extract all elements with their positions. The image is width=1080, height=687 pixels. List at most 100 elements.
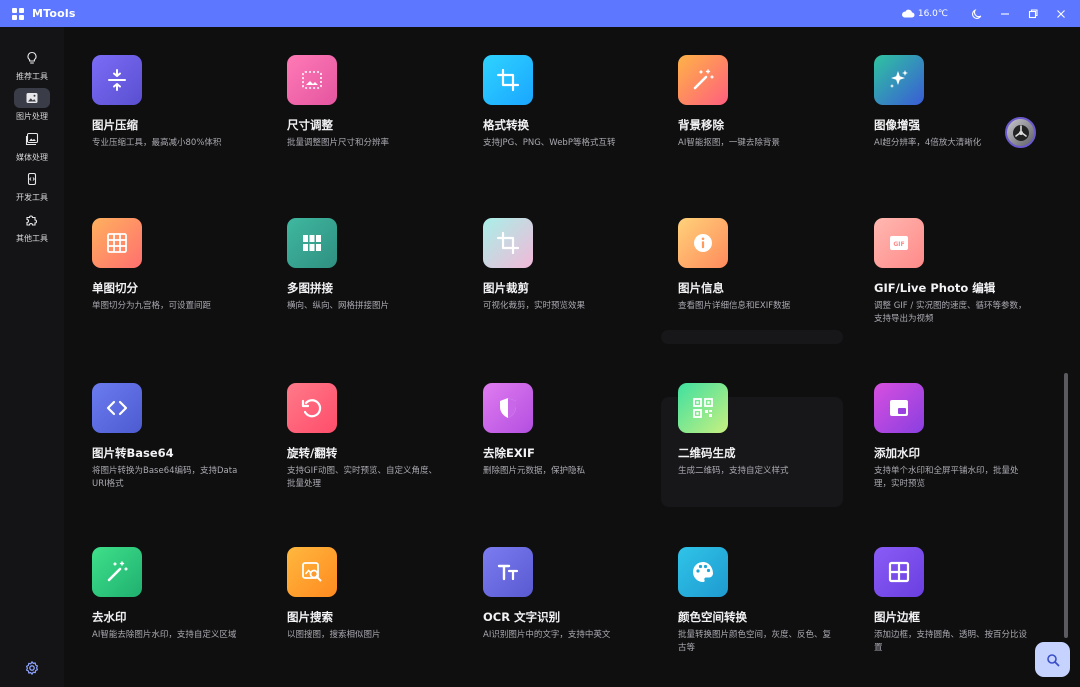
text-icon xyxy=(483,547,533,597)
crop-icon xyxy=(483,218,533,268)
tool-title: 二维码生成 xyxy=(678,446,736,460)
tiles-icon xyxy=(287,218,337,268)
sidebar-item-dev[interactable]: 开发工具 xyxy=(0,169,64,205)
tool-card[interactable]: 去除EXIF 删除图片元数据，保护隐私 xyxy=(455,355,645,505)
gear-icon[interactable] xyxy=(24,660,40,676)
watermark-icon xyxy=(874,383,924,433)
tool-title: 颜色空间转换 xyxy=(678,610,747,624)
tool-description: 将图片转换为Base64编码，支持Data URI格式 xyxy=(92,466,238,489)
puzzle-icon xyxy=(26,215,37,226)
tool-description: 单图切分为九宫格，可设置间距 xyxy=(92,301,212,311)
rotate-icon xyxy=(287,383,337,433)
tool-description: 支持单个水印和全屏平铺水印，批量处理，实时预览 xyxy=(874,466,1019,489)
sidebar-item-label: 其他工具 xyxy=(16,234,48,243)
sidebar-item-recommended[interactable]: 推荐工具 xyxy=(0,48,64,84)
avatar[interactable] xyxy=(1005,117,1036,148)
sparkles-icon xyxy=(874,55,924,105)
tool-description: 查看图片详细信息和EXIF数据 xyxy=(678,301,791,311)
tool-description: AI识别图片中的文字，支持中英文 xyxy=(483,630,611,640)
tool-card[interactable]: 颜色空间转换 批量转换图片颜色空间，灰度、反色、复古等 xyxy=(650,519,840,669)
tool-title: 图像增强 xyxy=(874,118,920,132)
tool-title: 添加水印 xyxy=(874,446,920,460)
tool-description: 专业压缩工具，最高减小80%体积 xyxy=(92,138,222,148)
tool-description: 批量调整图片尺寸和分辨率 xyxy=(287,138,390,148)
tool-description: 支持GIF动图、实时预览、自定义角度、批量处理 xyxy=(287,466,437,489)
tool-description: 支持JPG、PNG、WebP等格式互转 xyxy=(483,138,616,148)
minimize-icon xyxy=(1001,12,1009,15)
tool-card[interactable]: GIF GIF/Live Photo 编辑 调整 GIF / 实况图的速度、循环等参… xyxy=(846,190,1036,340)
tool-title: 格式转换 xyxy=(483,118,529,132)
sidebar-item-label: 图片处理 xyxy=(16,112,48,121)
tool-card[interactable]: 单图切分 单图切分为九宫格，可设置间距 xyxy=(64,190,254,340)
compress-icon xyxy=(92,55,142,105)
image-icon xyxy=(26,93,38,103)
tool-description: AI智能抠图，一键去除背景 xyxy=(678,138,780,148)
tool-title: 图片转Base64 xyxy=(92,446,174,460)
tool-title: 去除EXIF xyxy=(483,446,535,460)
sidebar-item-label: 媒体处理 xyxy=(16,153,48,162)
maximize-button[interactable] xyxy=(1020,0,1046,27)
weather-temperature: 16.0℃ xyxy=(917,8,948,19)
tool-card[interactable]: 旋转/翻转支持GIF动图、实时预览、自定义角度、批量处理 xyxy=(259,355,449,505)
cloud-icon xyxy=(901,9,915,18)
info-icon xyxy=(678,218,728,268)
sidebar-item-other[interactable]: 其他工具 xyxy=(0,210,64,246)
sidebar-item-label: 推荐工具 xyxy=(16,72,48,81)
tool-card[interactable]: 背景移除 AI智能抠图，一键去除背景 xyxy=(650,27,840,177)
sidebar-item-label: 开发工具 xyxy=(16,193,48,202)
media-icon xyxy=(25,132,39,146)
gif-icon: GIF xyxy=(874,218,924,268)
tool-title: 图片裁剪 xyxy=(483,281,529,295)
border-icon xyxy=(874,547,924,597)
tool-description: 生成二维码，支持自定义样式 xyxy=(678,466,789,476)
tool-title: 图片信息 xyxy=(678,281,724,295)
tool-description: 横向、纵向、网格拼接图片 xyxy=(287,301,390,311)
tool-title: 图片搜索 xyxy=(287,610,333,624)
tool-card[interactable]: 图片信息查看图片详细信息和EXIF数据 xyxy=(650,190,840,340)
tool-card[interactable]: 多图拼接 横向、纵向、网格拼接图片 xyxy=(259,190,449,340)
magic-wand-icon xyxy=(92,547,142,597)
sidebar-item-media[interactable]: 媒体处理 xyxy=(0,129,64,165)
tool-card[interactable]: 添加水印支持单个水印和全屏平铺水印，批量处理，实时预览 xyxy=(846,355,1036,505)
tool-card[interactable]: OCR 文字识别 AI识别图片中的文字，支持中英文 xyxy=(455,519,645,669)
tool-card[interactable]: 二维码生成生成二维码，支持自定义样式 xyxy=(650,355,840,505)
shield-icon xyxy=(483,383,533,433)
minimize-button[interactable] xyxy=(992,0,1018,27)
tool-title: 尺寸调整 xyxy=(287,118,333,132)
tool-card[interactable]: 去水印 AI智能去除图片水印，支持自定义区域 xyxy=(64,519,254,669)
moon-icon xyxy=(972,8,982,19)
tool-title: 旋转/翻转 xyxy=(287,446,338,460)
tool-card[interactable]: 格式转换支持JPG、PNG、WebP等格式互转 xyxy=(455,27,645,177)
code-brackets-icon xyxy=(92,383,142,433)
close-icon xyxy=(1057,9,1065,18)
tool-description: 添加边框，支持圆角、透明、按百分比设置 xyxy=(874,630,1028,653)
tool-card[interactable]: 图像增强 AI超分辨率，4倍放大清晰化 xyxy=(846,27,1036,177)
tool-description: 以图搜图，搜索相似图片 xyxy=(287,630,381,640)
tool-title: 图片压缩 xyxy=(92,118,138,132)
title-bar: MTools 16.0℃ xyxy=(0,0,1080,27)
tool-title: OCR 文字识别 xyxy=(483,610,561,624)
tool-title: 去水印 xyxy=(92,610,127,624)
tool-description: 调整 GIF / 实况图的速度、循环等参数，支持导出为视频 xyxy=(874,301,1027,324)
tool-description: AI智能去除图片水印，支持自定义区域 xyxy=(92,630,237,640)
scrollbar[interactable] xyxy=(1064,373,1068,638)
magic-wand-icon xyxy=(678,55,728,105)
weather-widget[interactable]: 16.0℃ xyxy=(901,9,948,19)
tool-card[interactable]: 图片边框 添加边框，支持圆角、透明、按百分比设置 xyxy=(846,519,1036,669)
theme-toggle-button[interactable] xyxy=(964,0,990,27)
lightbulb-icon xyxy=(27,51,37,64)
tool-card[interactable]: 图片裁剪可视化裁剪，实时预览效果 xyxy=(455,190,645,340)
tool-description: 可视化裁剪，实时预览效果 xyxy=(483,301,586,311)
app-title: MTools xyxy=(32,7,76,20)
grid-icon xyxy=(92,218,142,268)
search-button[interactable] xyxy=(1035,642,1070,677)
tool-card[interactable]: 图片压缩专业压缩工具，最高减小80%体积 xyxy=(64,27,254,177)
sidebar-item-image[interactable]: 图片处理 xyxy=(0,88,64,124)
tool-description: 删除图片元数据，保护隐私 xyxy=(483,466,586,476)
palette-icon xyxy=(678,547,728,597)
tool-card[interactable]: 图片转Base64 将图片转换为Base64编码，支持Data URI格式 xyxy=(64,355,254,505)
tool-card[interactable]: 尺寸调整批量调整图片尺寸和分辨率 xyxy=(259,27,449,177)
tool-card[interactable]: 图片搜索以图搜图，搜索相似图片 xyxy=(259,519,449,669)
close-button[interactable] xyxy=(1048,0,1074,27)
tool-title: 背景移除 xyxy=(678,118,724,132)
